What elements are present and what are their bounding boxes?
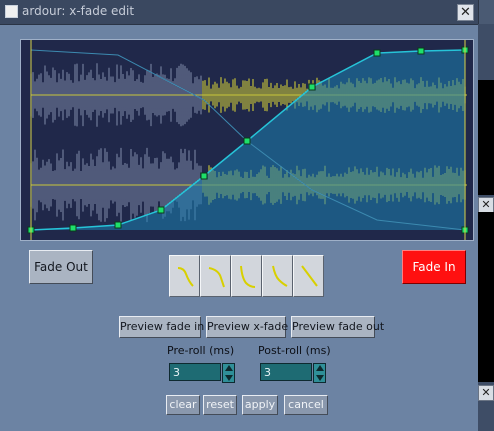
- postroll-input[interactable]: 3: [260, 363, 312, 381]
- reset-button[interactable]: reset: [203, 395, 237, 415]
- clear-button[interactable]: clear: [166, 395, 200, 415]
- window-menu-icon[interactable]: [5, 5, 18, 18]
- fade-control-point[interactable]: [69, 224, 77, 232]
- background-close-icon[interactable]: ✕: [478, 197, 494, 213]
- fade-shape-concave-icon: [177, 267, 194, 287]
- spin-down-icon[interactable]: [316, 375, 324, 381]
- fade-control-point[interactable]: [417, 47, 425, 55]
- fade-shape-convex-icon: [208, 267, 225, 288]
- fade-control-point[interactable]: [114, 221, 122, 229]
- fade-in-button[interactable]: Fade In: [402, 250, 466, 284]
- background-window-panel: [478, 80, 494, 195]
- fade-out-button[interactable]: Fade Out: [29, 250, 93, 284]
- xfade-edit-window: ardour: x-fade edit ✕ Fade Out Fade In P…: [0, 0, 479, 431]
- fade-control-point[interactable]: [373, 49, 381, 57]
- shape-preset-convex-button[interactable]: [200, 255, 231, 297]
- window-title: ardour: x-fade edit: [22, 4, 135, 18]
- fade-shape-linear-icon: [301, 265, 318, 287]
- shape-preset-fast-button[interactable]: [262, 255, 293, 297]
- postroll-stepper[interactable]: [313, 363, 326, 383]
- postroll-label: Post-roll (ms): [258, 344, 331, 357]
- fade-control-point[interactable]: [157, 206, 165, 214]
- preroll-spinner[interactable]: 3: [169, 363, 235, 383]
- shape-preset-concave-button[interactable]: [169, 255, 200, 297]
- fade-control-point[interactable]: [308, 83, 316, 91]
- preview-xfade-button[interactable]: Preview x-fade: [206, 316, 288, 338]
- title-bar: ardour: x-fade edit ✕: [0, 0, 478, 25]
- waveform-display[interactable]: [21, 40, 473, 240]
- background-close-icon[interactable]: ✕: [478, 385, 494, 401]
- cancel-button[interactable]: cancel: [284, 395, 328, 415]
- fade-shape-slow-icon: [240, 265, 256, 288]
- preroll-label: Pre-roll (ms): [167, 344, 235, 357]
- postroll-spinner[interactable]: 3: [260, 363, 326, 383]
- preroll-stepper[interactable]: [222, 363, 235, 383]
- fade-control-point[interactable]: [200, 172, 208, 180]
- shape-preset-linear-button[interactable]: [293, 255, 324, 297]
- fade-control-point[interactable]: [243, 137, 251, 145]
- preview-fade-out-button[interactable]: Preview fade out: [291, 316, 384, 338]
- preview-fade-in-button[interactable]: Preview fade in: [119, 316, 204, 338]
- close-icon[interactable]: ✕: [457, 4, 474, 21]
- spin-up-icon[interactable]: [225, 365, 233, 371]
- preroll-input[interactable]: 3: [169, 363, 221, 381]
- crossfade-canvas[interactable]: [20, 39, 474, 241]
- fade-shape-fast-icon: [272, 265, 288, 287]
- background-window-panel: [478, 212, 494, 382]
- spin-up-icon[interactable]: [316, 365, 324, 371]
- shape-preset-slow-button[interactable]: [231, 255, 262, 297]
- spin-down-icon[interactable]: [225, 375, 233, 381]
- apply-button[interactable]: apply: [242, 395, 278, 415]
